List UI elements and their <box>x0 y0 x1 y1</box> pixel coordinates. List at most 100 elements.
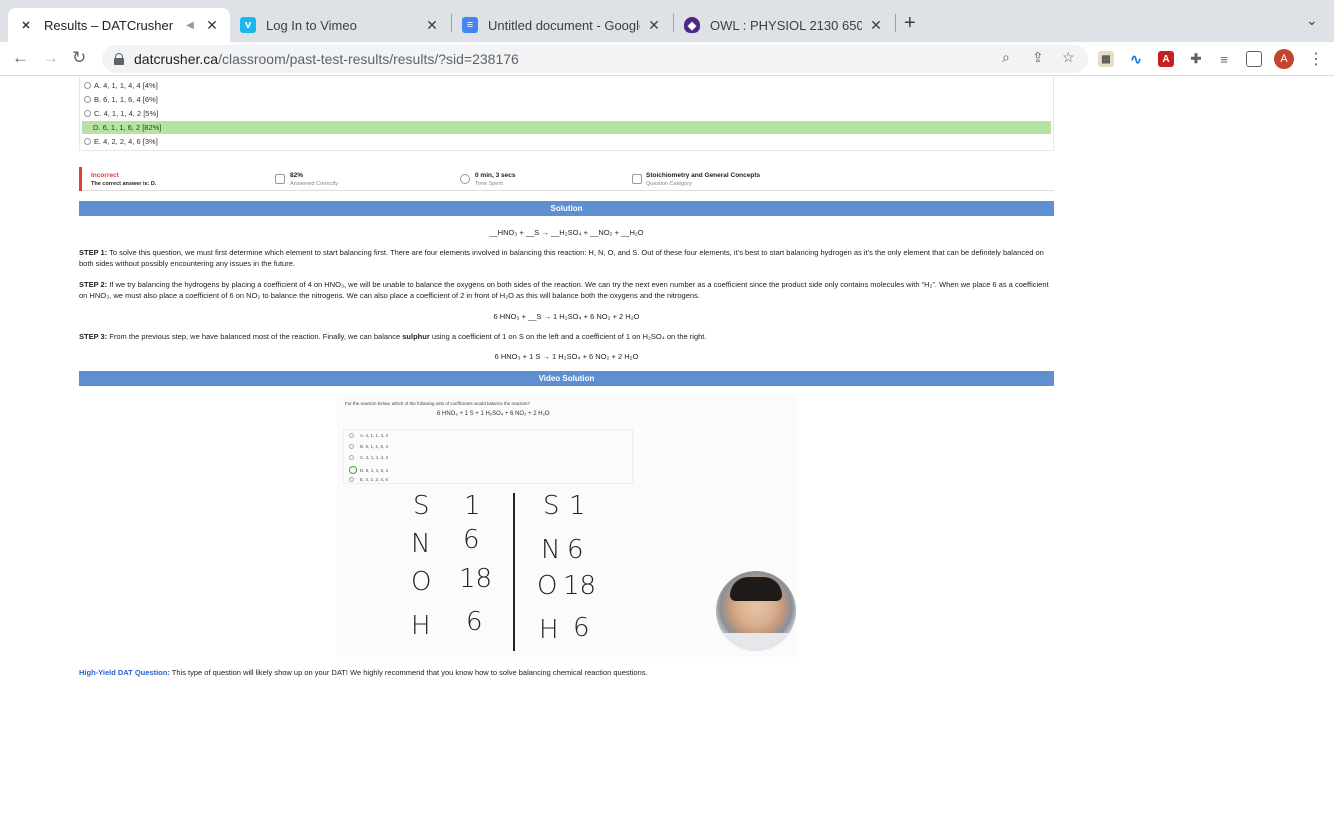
percent-label: Answered Correctly <box>290 181 338 187</box>
extension-pdf-icon[interactable]: A <box>1158 51 1174 67</box>
vimeo-icon: v <box>240 17 256 33</box>
radio-icon <box>84 96 91 103</box>
percent-stat: 82% Answered Correctly <box>290 172 338 188</box>
high-yield-label: High-Yield DAT Question: <box>79 668 170 677</box>
tab-strip: ✕ Results – DATCrusher (Can ◀︎ ✕ v Log I… <box>0 0 1334 42</box>
step-1: STEP 1: To solve this question, we must … <box>79 247 1049 269</box>
lock-icon <box>114 53 124 65</box>
radio-icon <box>84 110 91 117</box>
url-host: datcrusher.ca <box>134 51 219 67</box>
step-2: STEP 2: If we try balancing the hydrogen… <box>79 279 1049 301</box>
tally-right-element: H <box>539 615 559 645</box>
extensions-puzzle-icon[interactable]: ✚ <box>1188 51 1204 67</box>
answer-option-correct: D. 6, 1, 1, 6, 2 [82%] <box>82 121 1051 134</box>
category-label: Question Category <box>646 181 692 187</box>
time-stat: 0 min, 3 secs Time Spent <box>475 172 515 188</box>
video-option-circled: D. 6, 1, 1, 6, 2 <box>349 466 388 474</box>
share-icon[interactable]: ⇪ <box>1032 49 1044 66</box>
profile-avatar[interactable]: A <box>1274 49 1294 69</box>
tally-right-element: O <box>537 571 558 601</box>
calendar-icon <box>632 174 642 184</box>
step-label: STEP 2: <box>79 280 108 289</box>
owl-shield-icon: ◆ <box>684 17 700 33</box>
option-label: E. 4, 2, 2, 4, 6 [3%] <box>94 137 158 146</box>
video-options-box: A. 4, 1, 1, 4, 4 B. 6, 1, 1, 6, 4 C. 4, … <box>343 429 633 484</box>
zoom-icon[interactable]: ⌕ <box>1002 49 1010 66</box>
video-player[interactable]: For the reaction below, which of the fol… <box>337 395 797 657</box>
tally-right-count: 6 <box>567 535 584 565</box>
tally-right-count: 6 <box>573 613 590 643</box>
tab-close-icon[interactable]: ✕ <box>868 17 884 34</box>
browser-menu-icon[interactable]: ⋮ <box>1308 49 1324 69</box>
tally-left-count: 6 <box>463 525 480 555</box>
video-option: C. 4, 1, 1, 4, 2 <box>349 455 388 460</box>
mute-icon[interactable]: ◀︎ <box>182 20 198 31</box>
video-option-label: E. 4, 2, 2, 4, 6 <box>360 477 389 482</box>
tally-right-count: 18 <box>563 571 597 601</box>
tally-left-count: 1 <box>464 491 481 521</box>
category-stat: Stoichiometry and General Concepts Quest… <box>646 172 760 188</box>
tally-left-element: H <box>411 611 431 641</box>
presenter-shirt <box>716 633 796 651</box>
tab-google-docs[interactable]: ≡ Untitled document - Google Do ✕ <box>452 8 672 42</box>
tab-search-chevron-icon[interactable]: ⌄ <box>1306 12 1318 29</box>
reload-icon[interactable]: ↻ <box>72 48 86 68</box>
correct-answer-text: The correct answer is: D. <box>91 181 157 187</box>
datcrusher-x-icon: ✕ <box>21 19 31 32</box>
answer-options: A. 4, 1, 1, 4, 4 [4%] B. 6, 1, 1, 6, 4 [… <box>79 77 1054 151</box>
tab-title: Untitled document - Google Do <box>488 17 640 33</box>
video-question-text: For the reaction below, which of the fol… <box>345 401 531 406</box>
answer-option: C. 4, 1, 1, 4, 2 [5%] <box>82 107 1051 120</box>
tally-divider <box>513 493 515 651</box>
step-label: STEP 3: <box>79 332 108 341</box>
step-bold-word: sulphur <box>402 332 430 341</box>
result-stat: Incorrect The correct answer is: D. <box>91 172 156 188</box>
chart-icon <box>275 174 285 184</box>
extension-calculator-icon[interactable]: ▦ <box>1098 51 1114 67</box>
tab-owl[interactable]: ◆ OWL : PHYSIOL 2130 650 SU2 ✕ <box>674 8 894 42</box>
option-label: C. 4, 1, 1, 4, 2 [5%] <box>94 109 159 118</box>
extension-wave-icon[interactable]: ∿ <box>1128 51 1144 67</box>
tab-close-icon[interactable]: ✕ <box>204 17 220 34</box>
address-bar[interactable]: datcrusher.ca/classroom/past-test-result… <box>102 45 1088 73</box>
tab-datcrusher[interactable]: ✕ Results – DATCrusher (Can ◀︎ ✕ <box>8 8 230 42</box>
bookmark-star-icon[interactable]: ☆ <box>1062 49 1075 66</box>
solution-header: Solution <box>79 201 1054 216</box>
video-option: B. 6, 1, 1, 6, 4 <box>349 444 388 449</box>
step-text: From the previous step, we have balanced… <box>107 332 403 341</box>
incorrect-indicator <box>79 167 82 191</box>
side-panel-icon[interactable] <box>1246 51 1262 67</box>
tab-title: Log In to Vimeo <box>266 17 357 33</box>
video-option-label: C. 4, 1, 1, 4, 2 <box>360 455 389 460</box>
back-arrow-icon[interactable]: ← <box>12 48 29 68</box>
final-equation: 6 HNO₃ + 1 S → 1 H₂SO₄ + 6 NO₂ + 2 H₂O <box>494 352 639 361</box>
video-option-label: D. 6, 1, 1, 6, 2 <box>360 467 389 473</box>
category-value: Stoichiometry and General Concepts <box>646 172 761 179</box>
forward-arrow-icon[interactable]: → <box>42 48 59 68</box>
high-yield-text: This type of question will likely show u… <box>169 668 648 677</box>
answer-option: E. 4, 2, 2, 4, 6 [3%] <box>82 135 1051 148</box>
tally-left-element: O <box>411 567 432 597</box>
radio-icon <box>84 82 91 89</box>
tab-close-icon[interactable]: ✕ <box>646 17 662 34</box>
step2-equation: 6 HNO₃ + __S → 1 H₂SO₄ + 6 NO₂ + 2 H₂O <box>493 312 640 321</box>
new-tab-plus-icon[interactable]: + <box>904 12 916 35</box>
tab-vimeo[interactable]: v Log In to Vimeo ✕ <box>230 8 450 42</box>
clock-icon <box>460 174 470 184</box>
tab-close-icon[interactable]: ✕ <box>424 17 440 34</box>
step-label: STEP 1: <box>79 248 108 257</box>
tab-title: Results – DATCrusher (Can <box>44 17 176 33</box>
option-label: A. 4, 1, 1, 4, 4 [4%] <box>94 81 158 90</box>
time-value: 0 min, 3 secs <box>475 172 516 179</box>
media-control-icon[interactable]: ≡ <box>1216 51 1232 67</box>
video-option: A. 4, 1, 1, 4, 4 <box>349 433 388 438</box>
step-text: If we try balancing the hydrogens by pla… <box>79 280 1049 300</box>
option-label: D. 6, 1, 1, 6, 2 [82%] <box>93 123 162 132</box>
step-text: using a coefficient of 1 on S on the lef… <box>429 332 707 341</box>
tally-right-element: S <box>543 491 560 521</box>
time-label: Time Spent <box>475 181 503 187</box>
percent-value: 82% <box>290 172 304 179</box>
tally-right-count: 1 <box>569 491 586 521</box>
answer-option: A. 4, 1, 1, 4, 4 [4%] <box>82 79 1051 92</box>
page-content: A. 4, 1, 1, 4, 4 [4%] B. 6, 1, 1, 6, 4 [… <box>0 77 1334 834</box>
